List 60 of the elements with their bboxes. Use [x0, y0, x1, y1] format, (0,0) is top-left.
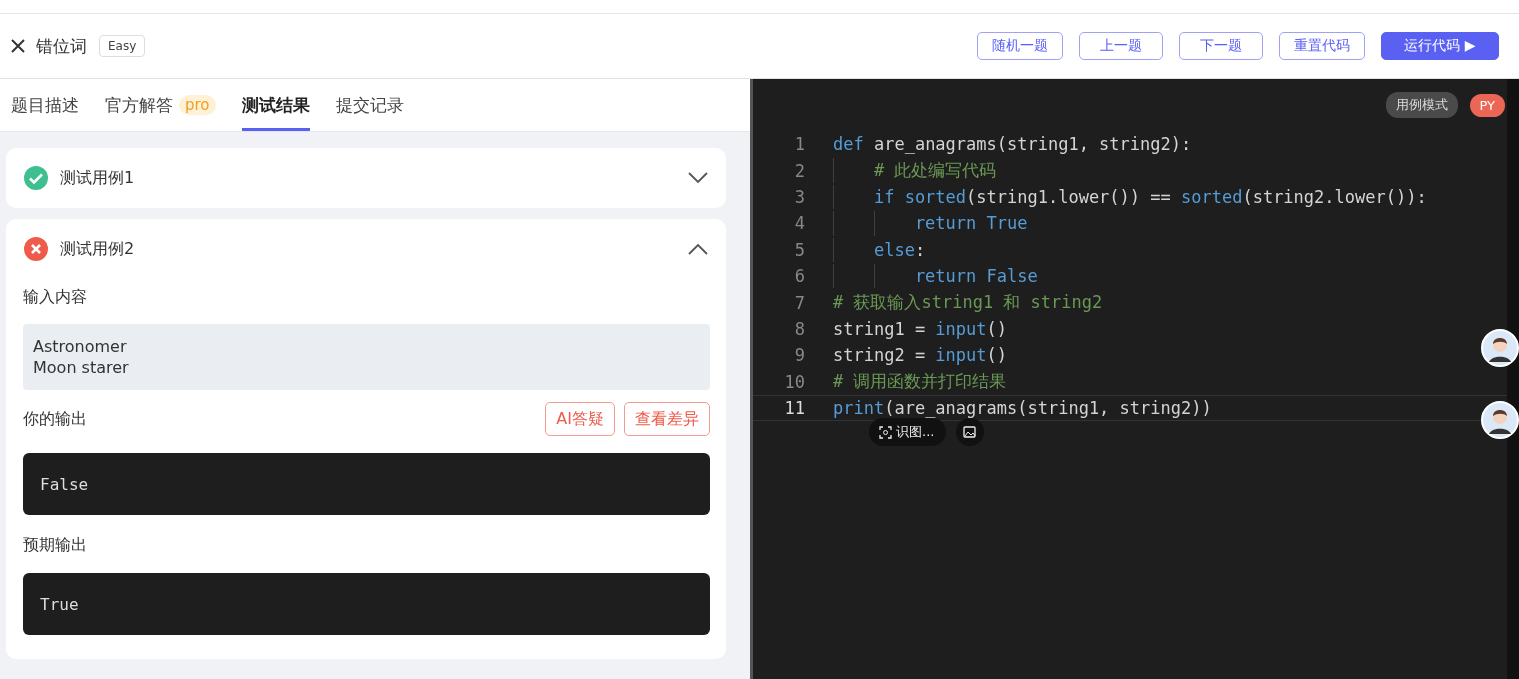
- line-number: 5: [793, 239, 805, 260]
- toolbar-button[interactable]: 下一题: [1179, 32, 1263, 60]
- input-content: Astronomer Moon starer: [23, 324, 710, 390]
- line-number: 3: [793, 186, 805, 207]
- code-line: if sorted(string1.lower()) == sorted(string2.lower()):: [872, 186, 1427, 207]
- close-icon[interactable]: [10, 38, 26, 54]
- line-number: 11: [783, 398, 805, 419]
- line-number: 1: [793, 134, 805, 155]
- image-icon: [963, 425, 978, 439]
- line-number: 4: [793, 213, 805, 234]
- toolbar-button[interactable]: 重置代码: [1279, 32, 1365, 60]
- section-label: 预期输出: [23, 535, 87, 556]
- run-code-button[interactable]: 运行代码 ▶: [1381, 32, 1499, 60]
- output-action-button[interactable]: 查看差异: [624, 402, 710, 436]
- code-line: def are_anagrams(string1, string2):: [833, 134, 1192, 155]
- code-line: string1 = input(): [833, 318, 1008, 339]
- code-line: # 获取输入string1 和 string2: [833, 291, 1103, 315]
- image-button[interactable]: [956, 418, 985, 446]
- test-case-title: 测试用例1: [60, 167, 135, 189]
- line-number: 10: [783, 371, 805, 392]
- difficulty-tag: Easy: [99, 35, 146, 57]
- code-line: return True: [913, 213, 1028, 234]
- scan-icon: [879, 425, 892, 439]
- problem-title: 错位词: [36, 34, 87, 58]
- line-number: 8: [793, 318, 805, 339]
- test-case-header[interactable]: 测试用例2: [6, 219, 726, 279]
- avatar-icon[interactable]: [1481, 401, 1519, 439]
- line-number: 2: [793, 160, 805, 181]
- tab-label: 测试结果: [241, 93, 310, 117]
- tab-label: 官方解答: [105, 93, 173, 117]
- tab-label: 题目描述: [11, 93, 79, 117]
- output-block: True: [23, 573, 710, 635]
- output-action-button[interactable]: AI答疑: [545, 402, 615, 436]
- section-label: 输入内容: [23, 287, 87, 308]
- code-line: # 此处编写代码: [872, 159, 997, 183]
- tab-label: 提交记录: [335, 93, 404, 117]
- code-line: print(are_anagrams(string1, string2)): [833, 398, 1212, 419]
- chevron-down-icon: [688, 172, 708, 184]
- code-line: string2 = input(): [833, 345, 1008, 366]
- code-line: # 调用函数并打印结果: [833, 370, 1007, 394]
- test-case-title: 测试用例2: [60, 238, 135, 260]
- toolbar-button[interactable]: 随机一题: [977, 32, 1063, 60]
- pro-badge: pro: [179, 95, 216, 115]
- image-recognition-button[interactable]: 识图...: [869, 418, 947, 446]
- line-number: 9: [793, 345, 805, 366]
- toolbar-button[interactable]: 上一题: [1079, 32, 1163, 60]
- chevron-up-icon: [688, 243, 708, 255]
- code-line: else:: [872, 239, 926, 260]
- mode-badge[interactable]: 用例模式: [1385, 92, 1458, 118]
- code-line: return False: [913, 266, 1038, 287]
- section-label: 你的输出: [23, 408, 87, 430]
- line-number: 6: [793, 266, 805, 287]
- avatar-icon[interactable]: [1481, 329, 1519, 367]
- tab[interactable]: 提交记录: [335, 79, 404, 131]
- tab[interactable]: 测试结果: [241, 79, 310, 131]
- tab[interactable]: 官方解答 pro: [105, 79, 216, 131]
- line-number: 7: [793, 292, 805, 313]
- test-case-header[interactable]: 测试用例1: [6, 148, 726, 208]
- tab[interactable]: 题目描述: [11, 79, 79, 131]
- output-block: False: [23, 453, 710, 515]
